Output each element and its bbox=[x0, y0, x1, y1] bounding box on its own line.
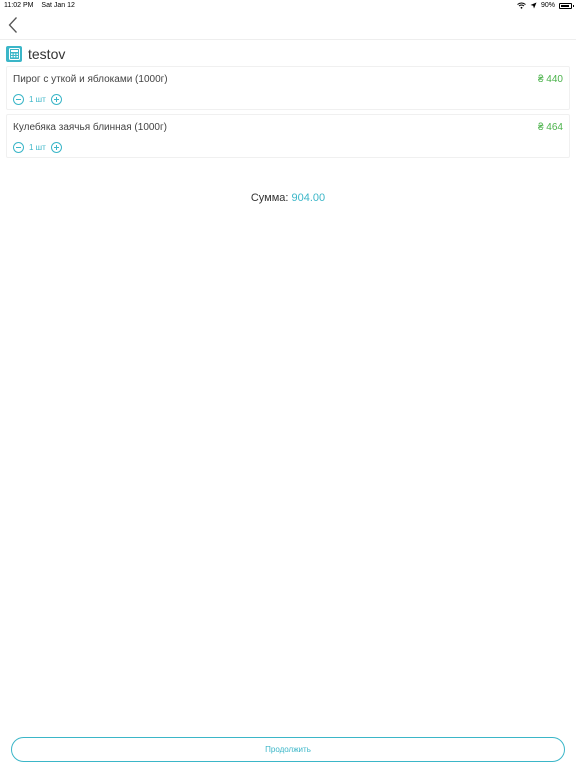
increase-quantity-button[interactable] bbox=[50, 94, 62, 105]
wifi-icon bbox=[517, 2, 526, 9]
decrease-quantity-button[interactable] bbox=[13, 142, 24, 153]
quantity-stepper: 1 шт bbox=[13, 142, 62, 153]
location-arrow-icon bbox=[530, 2, 537, 9]
item-name: Пирог с уткой и яблоками (1000г) bbox=[13, 74, 168, 85]
cart-item: Кулебяка заячья блинная (1000г) ₴ 464 1 … bbox=[6, 114, 570, 158]
calculator-icon bbox=[6, 46, 22, 62]
back-button[interactable] bbox=[4, 14, 22, 36]
status-date: Sat Jan 12 bbox=[41, 2, 75, 9]
status-bar: 11:02 PM Sat Jan 12 90% bbox=[0, 0, 576, 12]
battery-level bbox=[561, 4, 570, 7]
battery-percent: 90% bbox=[540, 2, 555, 9]
store-name: testov bbox=[28, 46, 66, 62]
increase-quantity-button[interactable] bbox=[50, 142, 62, 153]
total-label: Сумма: bbox=[250, 192, 289, 204]
navigation-bar bbox=[0, 12, 576, 40]
order-total: Сумма: 904.00 bbox=[0, 192, 576, 204]
quantity-value: 1 шт bbox=[29, 143, 46, 152]
cart-screen: 11:02 PM Sat Jan 12 90% testov Пирог с у… bbox=[0, 0, 576, 768]
continue-button[interactable]: Продолжить bbox=[11, 737, 565, 762]
quantity-value: 1 шт bbox=[29, 95, 46, 104]
item-name: Кулебяка заячья блинная (1000г) bbox=[13, 122, 167, 133]
total-value: 904.00 bbox=[291, 192, 326, 204]
cart-list: Пирог с уткой и яблоками (1000г) ₴ 440 1… bbox=[6, 66, 570, 162]
quantity-stepper: 1 шт bbox=[13, 94, 62, 105]
store-header: testov bbox=[6, 44, 65, 64]
chevron-left-icon bbox=[8, 17, 17, 33]
item-price: ₴ 464 bbox=[537, 122, 563, 133]
battery-icon bbox=[559, 2, 574, 9]
decrease-quantity-button[interactable] bbox=[13, 94, 24, 105]
item-price: ₴ 440 bbox=[537, 74, 563, 85]
cart-item: Пирог с уткой и яблоками (1000г) ₴ 440 1… bbox=[6, 66, 570, 110]
status-time: 11:02 PM bbox=[4, 2, 34, 9]
